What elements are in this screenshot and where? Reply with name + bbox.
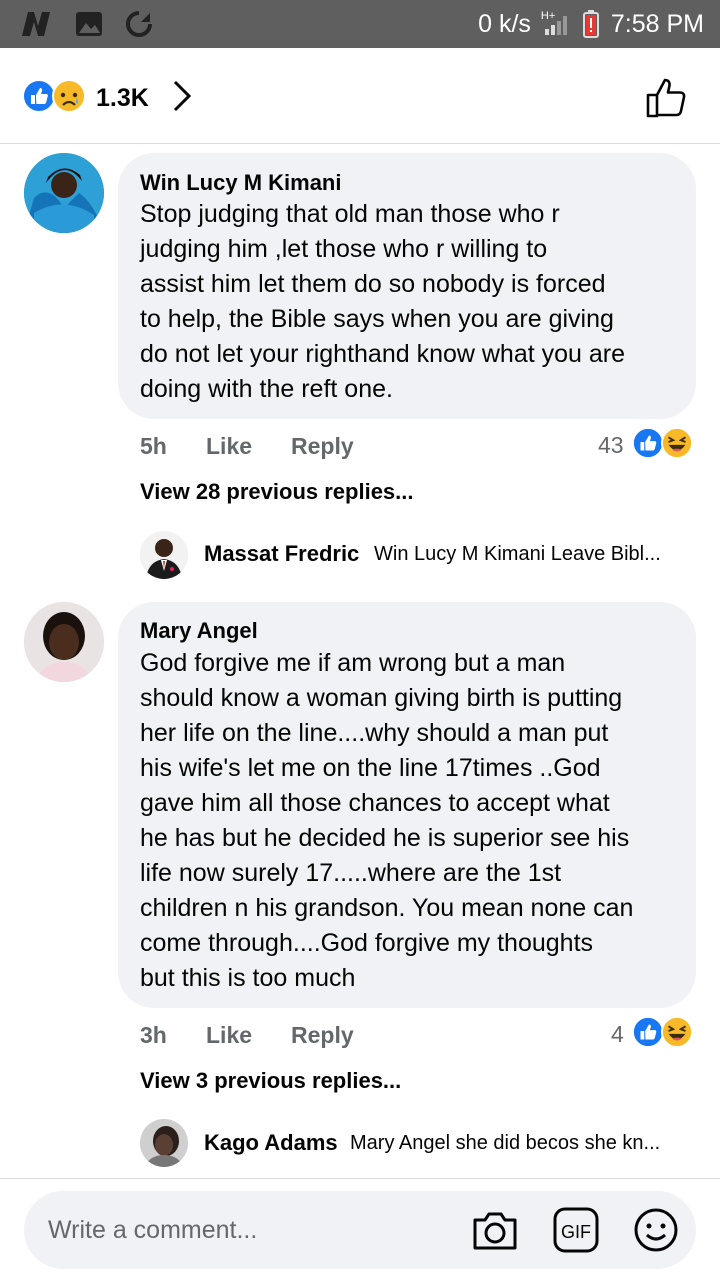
comment-line: his wife's let me on the line 17times ..… (140, 754, 601, 782)
reply-author[interactable]: Kago Adams (204, 1130, 338, 1156)
comment-input[interactable] (48, 1212, 428, 1248)
comment-box[interactable]: GIF (24, 1191, 696, 1269)
comment-line: Stop judging that old man those who r (140, 200, 560, 228)
reply-author[interactable]: Massat Fredric (204, 541, 359, 567)
comment-line: life now surely 17.....where are the 1st (140, 859, 562, 887)
like-button[interactable]: Like (206, 1022, 252, 1049)
haha-reaction-icon (661, 427, 693, 459)
comment-line: judging him ,let those who r willing to (140, 235, 548, 263)
comment-line: doing with the reft one. (140, 375, 393, 403)
comment-reactions[interactable] (632, 427, 693, 459)
comment-line: should know a woman giving birth is putt… (140, 684, 623, 712)
view-previous-replies[interactable]: View 3 previous replies... (140, 1068, 401, 1094)
reactions-header: 1.3K (0, 48, 720, 144)
comment-line: he has but he decided he is superior see… (140, 824, 630, 852)
reply-avatar[interactable] (140, 1119, 188, 1167)
signal-indicator: H+ (541, 10, 571, 36)
reply-button[interactable]: Reply (291, 1022, 354, 1049)
comments-sheet: 1.3K Win Lucy M Kimani Stop judging that… (0, 48, 720, 1280)
reactions-summary[interactable] (22, 79, 86, 113)
sync-icon (126, 11, 152, 37)
sad-reaction-icon (52, 79, 86, 113)
comment-line: do not let your righthand know what you … (140, 340, 626, 368)
chevron-right-icon[interactable] (172, 78, 192, 114)
comment-line: her life on the line....why should a man… (140, 719, 609, 747)
comment-reaction-count[interactable]: 4 (611, 1021, 624, 1048)
profile-photo (24, 153, 104, 233)
comment-line: gave him all those chances to accept wha… (140, 789, 610, 817)
like-reaction-icon (632, 427, 664, 459)
haha-reaction-icon (661, 1016, 693, 1048)
network-speed: 0 k/s (478, 9, 531, 38)
battery-low-icon (582, 10, 599, 38)
like-post-button[interactable] (644, 75, 690, 119)
comment-line: but this is too much (140, 964, 356, 992)
comment-author[interactable]: Mary Angel (140, 618, 258, 644)
profile-photo (24, 602, 104, 682)
like-reaction-icon (22, 79, 56, 113)
comment-line: God forgive me if am wrong but a man (140, 649, 566, 677)
comment-line: children n his grandson. You mean none c… (140, 894, 634, 922)
gif-icon[interactable]: GIF (552, 1206, 600, 1254)
like-reaction-icon (632, 1016, 664, 1048)
comment-composer: GIF (0, 1178, 720, 1280)
comment-reaction-count[interactable]: 43 (598, 432, 624, 459)
comment-line: come through....God forgive my thoughts (140, 929, 594, 957)
status-bar-notifications (18, 8, 154, 40)
reply-button[interactable]: Reply (291, 433, 354, 460)
profile-photo (140, 1119, 188, 1167)
status-bar: 0 k/s H+ 7:58 PM (0, 0, 720, 48)
reply-preview[interactable]: Win Lucy M Kimani Leave Bibl... (374, 543, 661, 566)
news-app-icon (22, 12, 50, 36)
profile-photo (140, 531, 188, 579)
like-button[interactable]: Like (206, 433, 252, 460)
reply-preview[interactable]: Mary Angel she did becos she kn... (350, 1132, 660, 1155)
reply-avatar[interactable] (140, 531, 188, 579)
reaction-count[interactable]: 1.3K (96, 84, 149, 113)
svg-text:GIF: GIF (561, 1222, 591, 1242)
comment-timestamp: 5h (140, 433, 167, 459)
comment-timestamp: 3h (140, 1022, 167, 1048)
comment-reactions[interactable] (632, 1016, 693, 1048)
view-previous-replies[interactable]: View 28 previous replies... (140, 479, 414, 505)
clock: 7:58 PM (610, 9, 704, 38)
emoji-icon[interactable] (632, 1206, 680, 1254)
comment-line: assist him let them do so nobody is forc… (140, 270, 606, 298)
comment-author[interactable]: Win Lucy M Kimani (140, 170, 341, 196)
camera-icon[interactable] (470, 1206, 520, 1254)
avatar[interactable] (24, 153, 104, 233)
status-bar-system: 0 k/s H+ 7:58 PM (478, 0, 704, 48)
avatar[interactable] (24, 602, 104, 682)
gallery-icon (76, 12, 102, 36)
comment-line: to help, the Bible says when you are giv… (140, 305, 614, 333)
